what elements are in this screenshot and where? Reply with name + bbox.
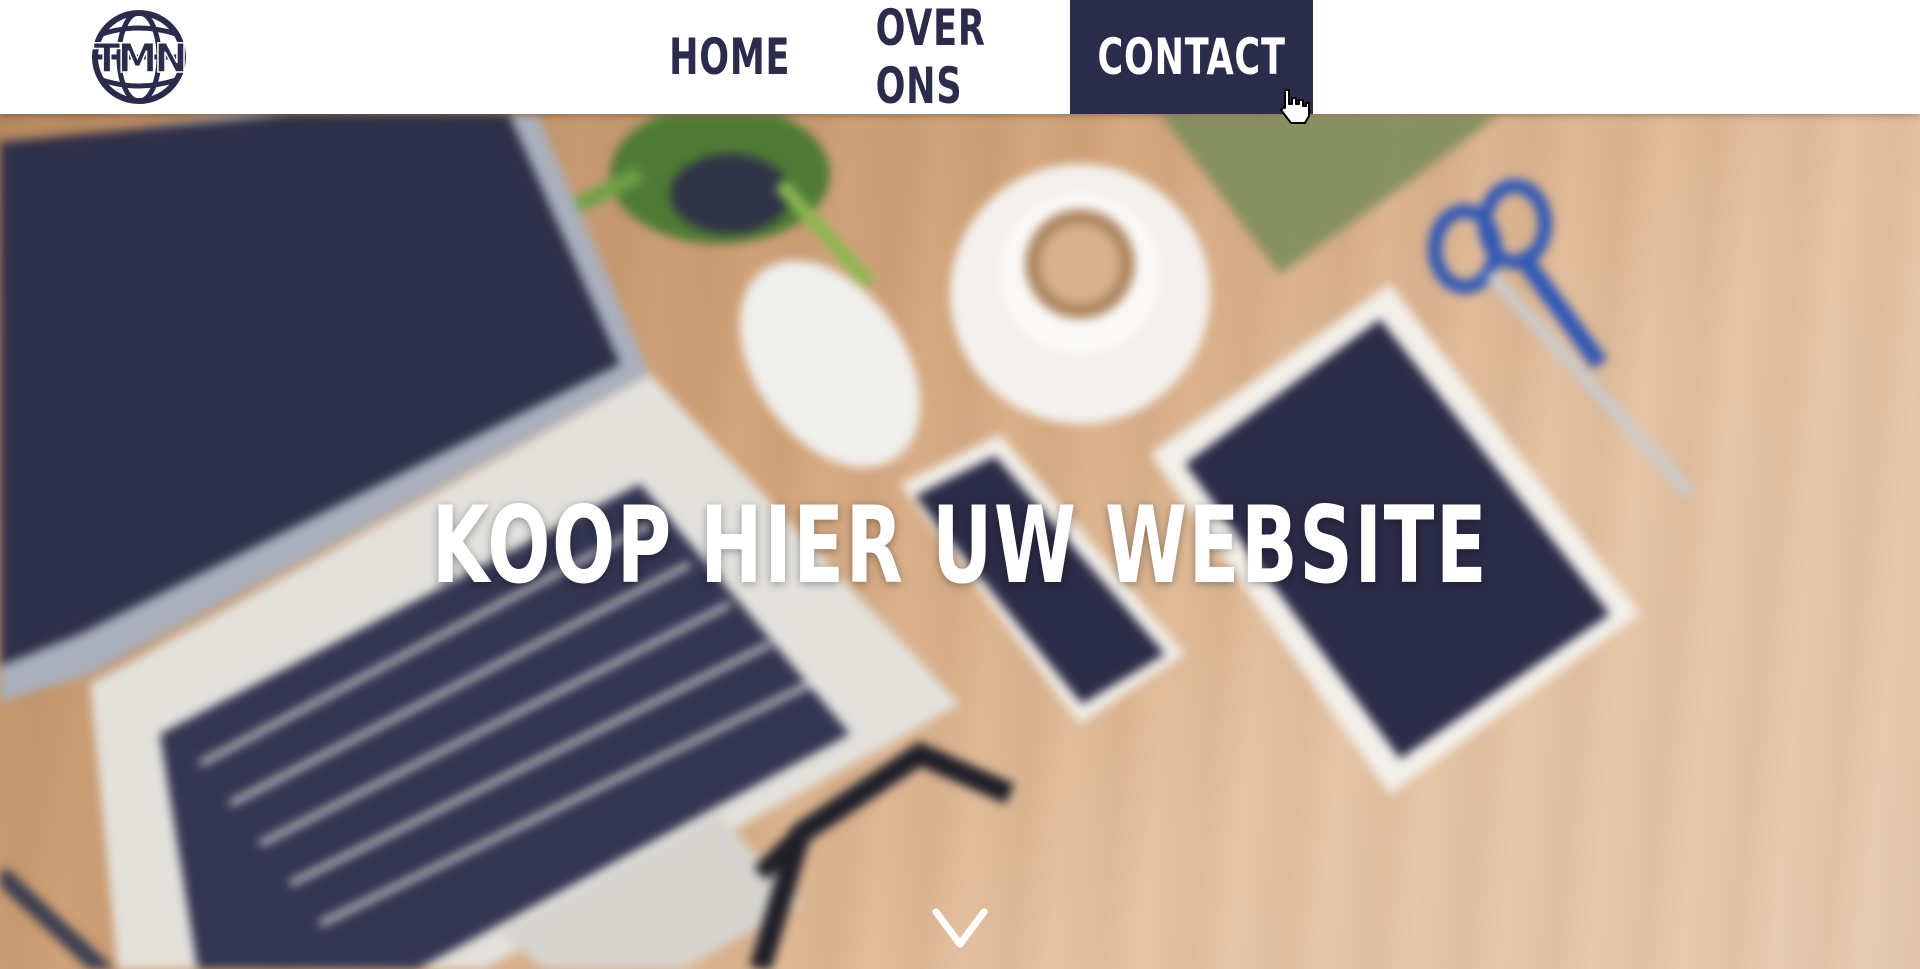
scroll-down-button[interactable] — [928, 904, 992, 952]
globe-logo-icon: TMN — [92, 10, 189, 104]
svg-text:TMN: TMN — [93, 36, 185, 82]
hand-cursor-icon — [1280, 89, 1310, 124]
nav-item-home-wrap: HOME — [640, 0, 820, 114]
site-logo[interactable]: TMN — [86, 10, 192, 104]
chevron-down-icon — [932, 908, 988, 948]
hero-title: KOOP HIER UW WEBSITE — [431, 484, 1489, 607]
nav-item-over-ons[interactable]: OVER ONS — [848, 0, 1043, 115]
nav-item-over-ons-wrap: OVER ONS — [820, 0, 1070, 115]
hero-section: KOOP HIER UW WEBSITE — [0, 114, 1920, 969]
main-navigation: HOME OVER ONS CONTACT — [640, 0, 1313, 115]
nav-item-home[interactable]: HOME — [641, 0, 818, 114]
page: TMN HOME OVER ONS CONTACT KOOP HIER UW W… — [0, 0, 1920, 969]
site-header: TMN HOME OVER ONS CONTACT — [0, 0, 1920, 124]
